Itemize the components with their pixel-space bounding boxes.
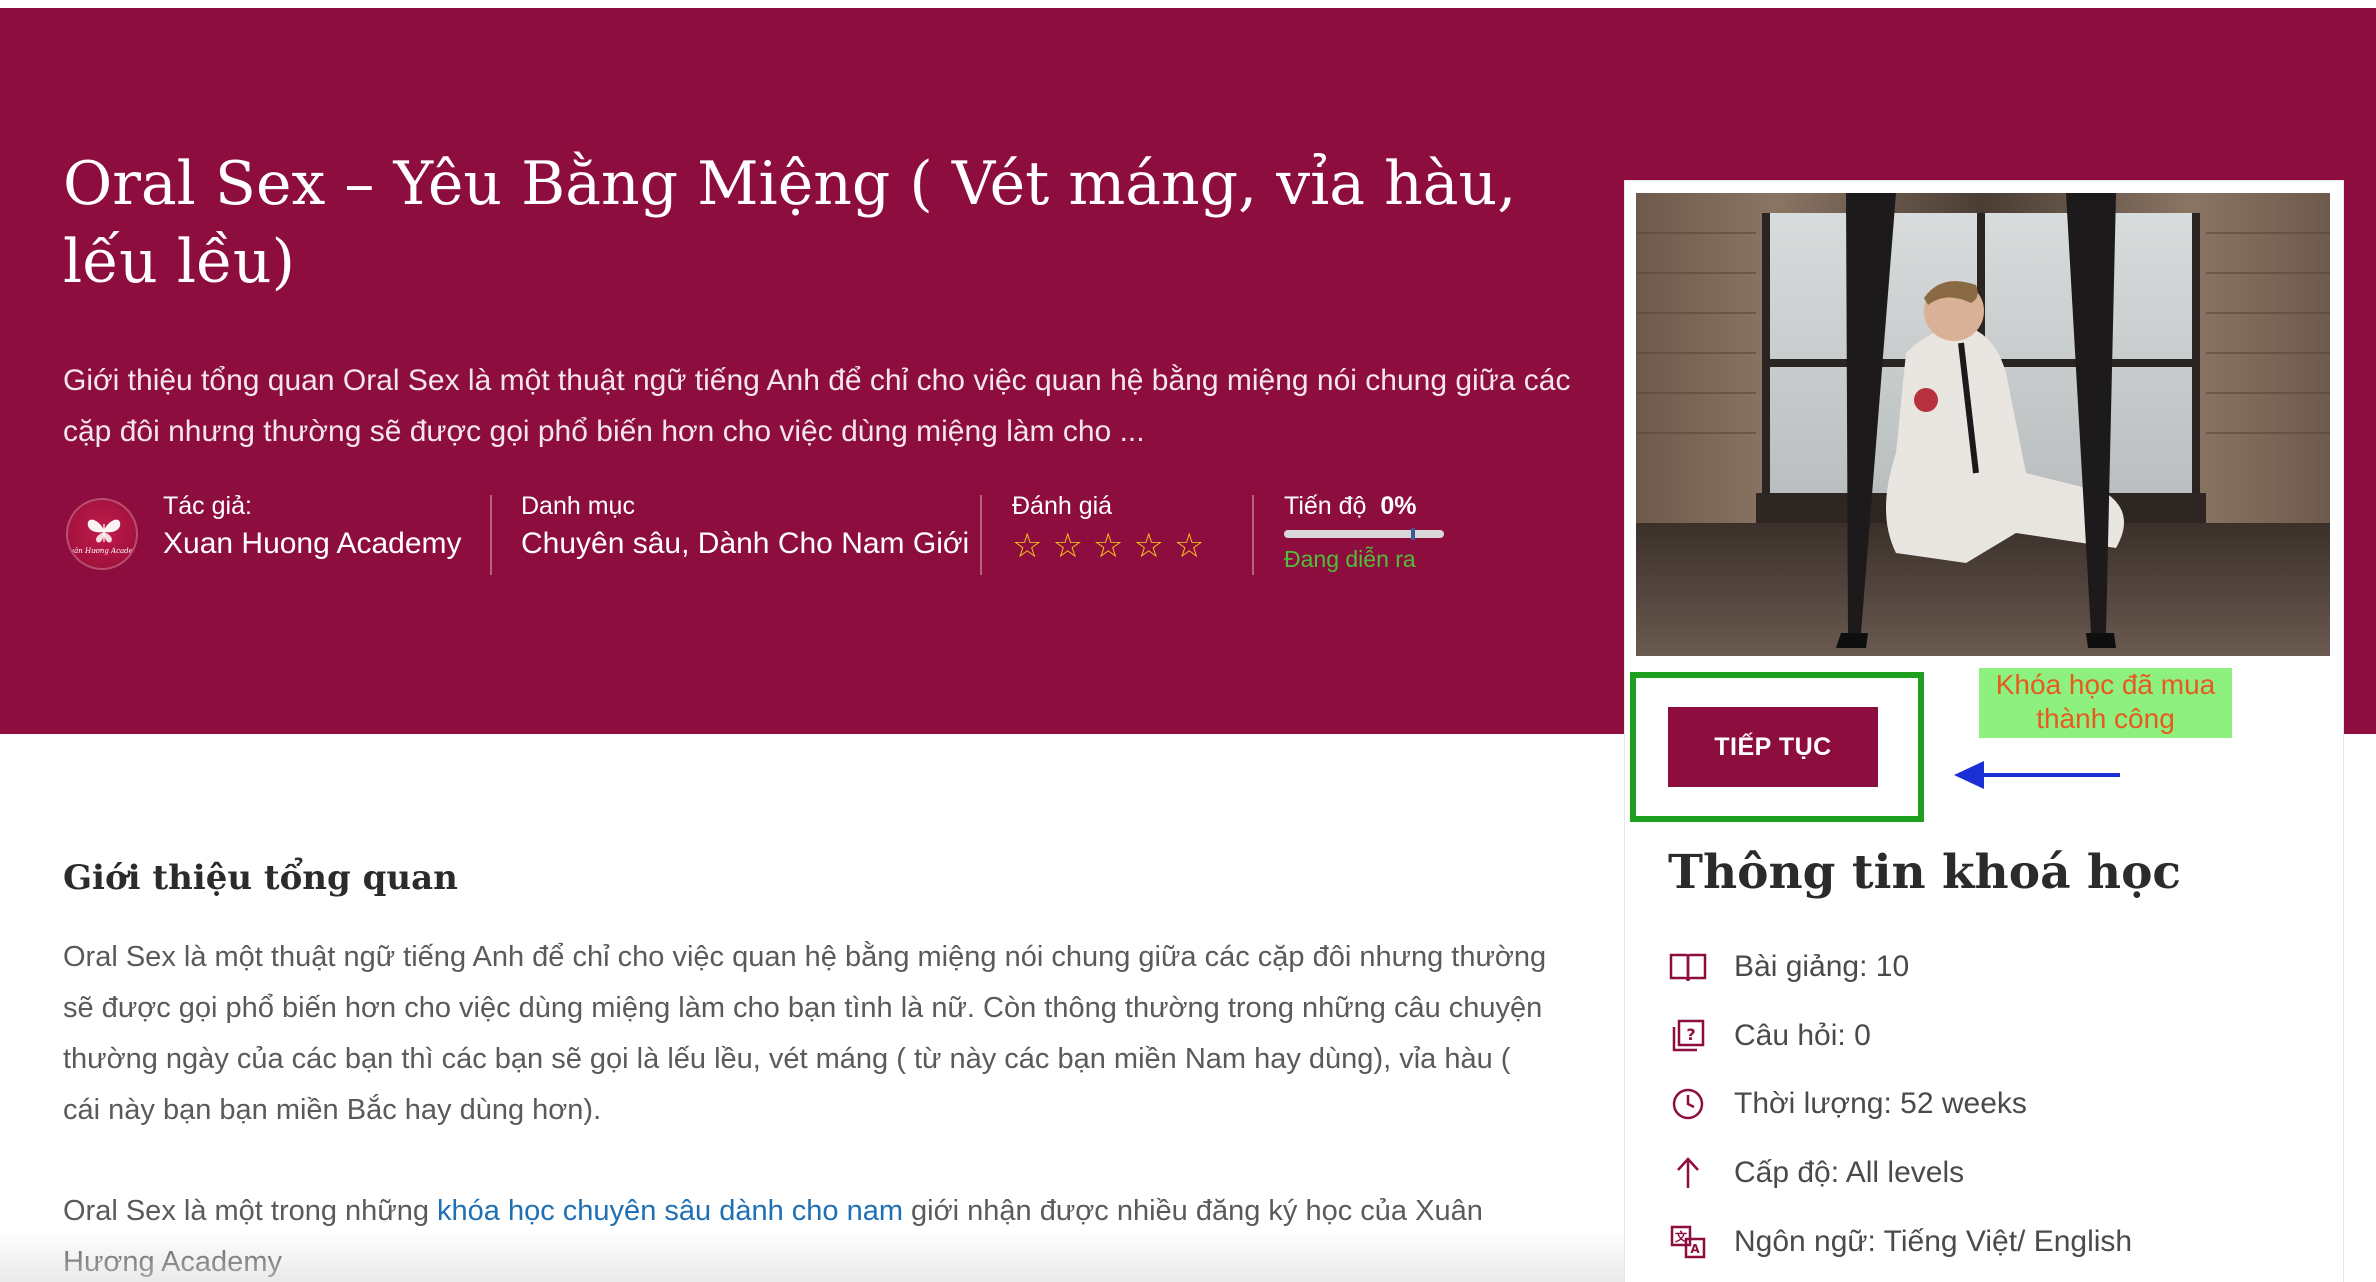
purchase-success-note: Khóa học đã mua thành công (1979, 668, 2232, 738)
author-name[interactable]: Xuan Huong Academy (163, 524, 462, 564)
meta-divider (490, 495, 492, 575)
star-icon: ☆ (1133, 527, 1164, 565)
advanced-course-link[interactable]: khóa học chuyên sâu dành cho nam (437, 1195, 903, 1227)
book-icon (1668, 947, 1708, 987)
course-thumbnail (1636, 193, 2330, 656)
info-row-language: 文A Ngôn ngữ: Tiếng Việt/ English (1668, 1220, 2132, 1264)
info-text-level: Cấp độ: All levels (1734, 1156, 1965, 1189)
category-meta: Danh mục Chuyên sâu, Dành Cho Nam Giới (521, 490, 969, 580)
progress-value: 0% (1380, 492, 1417, 520)
course-short-description: Giới thiệu tổng quan Oral Sex là một thu… (63, 364, 1571, 448)
rating-stars: ☆ ☆ ☆ ☆ ☆ (1012, 528, 1204, 564)
rating-meta: Đánh giá ☆ ☆ ☆ ☆ ☆ (1012, 490, 1204, 580)
continue-button[interactable]: TIẾP TỤC (1668, 707, 1878, 787)
progress-bar (1284, 528, 1444, 540)
course-title: Oral Sex – Yêu Bằng Miệng ( Vét máng, vỉ… (63, 149, 1517, 297)
language-icon: 文A (1668, 1222, 1708, 1262)
progress-label: Tiến độ (1284, 492, 1367, 520)
info-row-lessons: Bài giảng: 10 (1668, 945, 1909, 989)
section-title: Giới thiệu tổng quan (63, 858, 458, 898)
course-thumbnail-image (1636, 193, 2330, 656)
arrow-left-icon (1954, 761, 2120, 789)
overview-paragraph: Oral Sex là một thuật ngữ tiếng Anh để c… (63, 941, 1547, 1126)
avatar-logo-text: Xuân Hương Academy (68, 547, 138, 555)
quiz-icon: ? (1668, 1016, 1708, 1056)
star-icon: ☆ (1092, 527, 1124, 565)
info-row-quizzes: ? Câu hỏi: 0 (1668, 1014, 1871, 1058)
progress-status: Đang diễn ra (1284, 546, 1416, 572)
progress-label-row: Tiến độ 0% (1284, 490, 1444, 522)
author-label: Tác giả: (163, 492, 252, 520)
progress-meta: Tiến độ 0% Đang diễn ra (1284, 490, 1444, 580)
category-value[interactable]: Chuyên sâu, Dành Cho Nam Giới (521, 524, 969, 564)
paragraph-text: Oral Sex là một trong những (63, 1195, 438, 1227)
star-icon: ☆ (1052, 527, 1083, 565)
info-row-duration: Thời lượng: 52 weeks (1668, 1082, 2027, 1126)
scroll-fade (0, 1230, 1624, 1282)
info-text-duration: Thời lượng: 52 weeks (1734, 1087, 2027, 1120)
info-text-quizzes: Câu hỏi: 0 (1734, 1019, 1871, 1052)
author-meta: Tác giả: Xuan Huong Academy (163, 490, 462, 580)
author-avatar[interactable]: Xuân Hương Academy (66, 498, 138, 570)
svg-text:A: A (1690, 1242, 1700, 1256)
rating-label: Đánh giá (1012, 492, 1113, 520)
category-label: Danh mục (521, 492, 635, 520)
svg-text:文: 文 (1675, 1229, 1688, 1244)
meta-divider (1252, 495, 1254, 575)
level-icon (1668, 1153, 1708, 1193)
star-icon: ☆ (1012, 527, 1043, 565)
clock-icon (1668, 1084, 1708, 1124)
info-text-lessons: Bài giảng: 10 (1734, 950, 1910, 983)
progress-bar-marker (1411, 528, 1415, 540)
star-icon: ☆ (1173, 527, 1205, 565)
course-info-title: Thông tin khoá học (1668, 845, 2182, 900)
info-row-level: Cấp độ: All levels (1668, 1151, 1964, 1195)
meta-divider (980, 495, 982, 575)
info-text-language: Ngôn ngữ: Tiếng Việt/ English (1734, 1225, 2133, 1258)
svg-text:?: ? (1686, 1025, 1695, 1044)
